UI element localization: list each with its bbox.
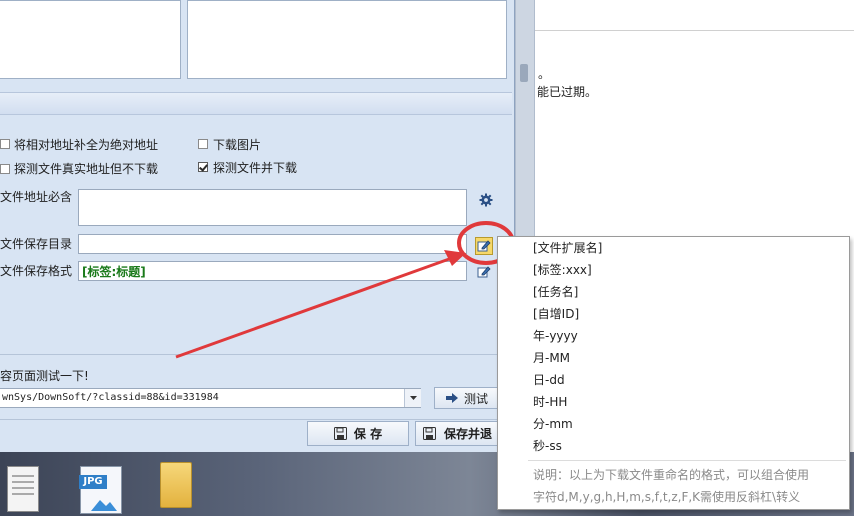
url-must-contain-label: 文件地址必含 [0, 190, 73, 204]
test-url-combobox[interactable]: wnSys/DownSoft/?classid=88&id=331984 [0, 388, 421, 408]
menu-item-file-ext[interactable]: [文件扩展名] [533, 238, 602, 258]
menu-item-auto-id[interactable]: [自增ID] [533, 304, 579, 324]
download-images-label: 下载图片 [213, 138, 262, 152]
panel-text-line-1: 。 [538, 67, 551, 81]
list-box-left[interactable] [0, 0, 181, 79]
settings-gear-icon[interactable] [477, 191, 495, 209]
probe-no-download-checkbox[interactable] [0, 164, 10, 174]
save-format-input[interactable]: [标签:标题] [78, 261, 467, 281]
edit-format-icon[interactable] [475, 263, 493, 281]
text-file-icon[interactable] [7, 466, 39, 512]
menu-item-year[interactable]: 年-yyyy [533, 326, 578, 346]
complete-url-checkbox[interactable] [0, 139, 10, 149]
probe-and-download-checkbox[interactable] [198, 162, 208, 172]
probe-and-download-label: 探测文件并下载 [213, 161, 298, 175]
url-must-contain-input[interactable] [78, 189, 467, 226]
edit-dir-icon[interactable] [475, 237, 493, 255]
dropdown-arrow-icon[interactable] [404, 389, 421, 407]
test-hint: 容页面测试一下! [0, 369, 89, 383]
menu-item-second[interactable]: 秒-ss [533, 436, 562, 456]
menu-item-month[interactable]: 月-MM [533, 348, 570, 368]
task-settings-dialog: 将相对地址补全为绝对地址 下载图片 探测文件真实地址但不下载 探测文件并下载 文… [0, 0, 515, 452]
test-divider [0, 354, 512, 355]
disk-icon [333, 427, 347, 440]
panel-divider [535, 30, 854, 31]
menu-item-tag[interactable]: [标签:xxx] [533, 260, 592, 280]
save-dir-input[interactable] [78, 234, 467, 254]
folder-icon[interactable] [160, 462, 192, 508]
save-and-exit-label: 保存并退 [444, 427, 493, 441]
menu-item-task-name[interactable]: [任务名] [533, 282, 578, 302]
splitter-grip[interactable] [520, 64, 528, 82]
save-dir-label: 文件保存目录 [0, 237, 73, 251]
list-box-right[interactable] [187, 0, 507, 79]
menu-note-2: 字符d,M,y,g,h,H,m,s,f,t,z,F,K需使用反斜杠\转义 [533, 490, 801, 504]
menu-item-hour[interactable]: 时-HH [533, 392, 567, 412]
save-format-value: [标签:标题] [82, 265, 146, 279]
test-button[interactable]: 测试 [434, 387, 500, 409]
menu-note-1: 说明：以上为下载文件重命名的格式，可以组合使用 [533, 468, 810, 482]
save-format-label: 文件保存格式 [0, 264, 73, 278]
save-button-label: 保 存 [353, 427, 383, 441]
complete-url-label: 将相对地址补全为绝对地址 [14, 138, 159, 152]
jpg-file-icon[interactable]: JPG [79, 466, 122, 514]
test-button-label: 测试 [463, 391, 488, 406]
section-header [0, 92, 512, 115]
disk-icon [423, 427, 436, 440]
probe-no-download-label: 探测文件真实地址但不下载 [14, 162, 159, 176]
save-button[interactable]: 保 存 [307, 421, 409, 446]
arrow-right-icon [445, 393, 458, 403]
menu-item-day[interactable]: 日-dd [533, 370, 565, 390]
jpg-badge: JPG [79, 475, 107, 489]
panel-text-line-2: 能已过期。 [537, 85, 598, 99]
format-context-menu: [文件扩展名] [标签:xxx] [任务名] [自增ID] 年-yyyy 月-M… [497, 236, 850, 510]
download-images-checkbox[interactable] [198, 139, 208, 149]
menu-item-minute[interactable]: 分-mm [533, 414, 573, 434]
button-divider [0, 419, 512, 420]
menu-separator [528, 460, 846, 461]
